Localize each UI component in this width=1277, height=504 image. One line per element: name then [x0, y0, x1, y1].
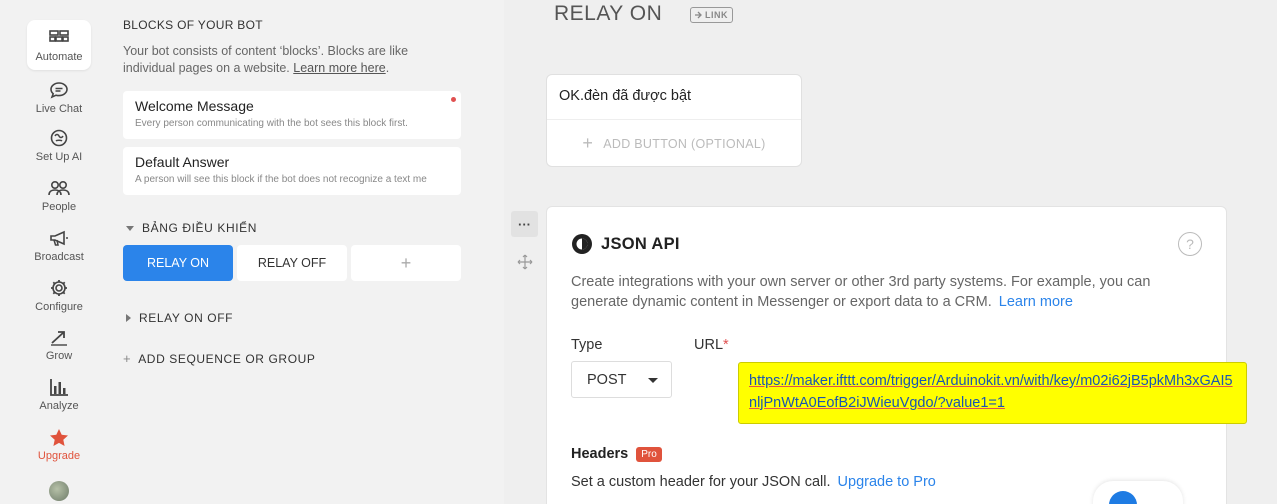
- type-select[interactable]: POST: [571, 361, 672, 398]
- pro-badge: Pro: [636, 446, 662, 462]
- block-relay-off[interactable]: RELAY OFF: [237, 245, 347, 281]
- more-options-button[interactable]: ···: [511, 211, 538, 237]
- learn-more-link[interactable]: Learn more: [999, 294, 1073, 310]
- default-answer-block[interactable]: Default Answer A person will see this bl…: [123, 147, 461, 195]
- upgrade-to-pro-link[interactable]: Upgrade to Pro: [838, 474, 936, 490]
- add-sequence-label: ADD SEQUENCE OR GROUP: [138, 351, 316, 366]
- nav-analyze[interactable]: Analyze: [27, 369, 91, 419]
- link-badge[interactable]: LINK: [690, 7, 733, 23]
- block-relay-on[interactable]: RELAY ON: [123, 245, 233, 281]
- star-icon: [48, 427, 70, 447]
- grow-arrow-icon: [48, 327, 70, 347]
- json-api-description: Create integrations with your own server…: [571, 272, 1191, 312]
- url-label-text: URL: [694, 337, 724, 353]
- url-input[interactable]: https://maker.ifttt.com/trigger/Arduinok…: [738, 362, 1247, 424]
- add-sequence-or-group[interactable]: + ADD SEQUENCE OR GROUP: [123, 351, 316, 366]
- gear-icon: [48, 278, 70, 298]
- nav-label: Automate: [35, 51, 83, 63]
- nav-label: Upgrade: [37, 450, 81, 462]
- nav-broadcast[interactable]: Broadcast: [27, 220, 91, 270]
- chevron-down-icon: [648, 378, 658, 383]
- block-subtitle: A person will see this block if the bot …: [135, 174, 427, 185]
- megaphone-icon: [48, 228, 70, 248]
- nav-grow[interactable]: Grow: [27, 319, 91, 369]
- blocks-title: BLOCKS OF YOUR BOT: [123, 18, 263, 32]
- group-title: BẢNG ĐIỀU KHIỂN: [142, 221, 258, 235]
- left-nav: Automate Live Chat Set Up AI People Broa…: [0, 0, 114, 504]
- ai-brain-icon: [48, 128, 70, 148]
- text-message-card: OK.đèn đã được bật + ADD BUTTON (OPTIONA…: [546, 74, 802, 167]
- automate-icon: [48, 28, 70, 48]
- add-button[interactable]: + ADD BUTTON (OPTIONAL): [547, 133, 801, 154]
- divider: [547, 119, 801, 120]
- block-title: Default Answer: [135, 154, 230, 170]
- json-api-header: JSON API: [571, 233, 680, 255]
- learn-more-link[interactable]: Learn more here: [293, 61, 385, 75]
- unread-dot: [451, 97, 456, 102]
- nav-live-chat[interactable]: Live Chat: [27, 72, 91, 122]
- welcome-message-block[interactable]: Welcome Message Every person communicati…: [123, 91, 461, 139]
- nav-configure[interactable]: Configure: [27, 270, 91, 320]
- plus-icon: +: [582, 133, 594, 153]
- nav-label: Live Chat: [35, 103, 83, 115]
- chat-widget-icon: [1109, 491, 1137, 504]
- nav-upgrade[interactable]: Upgrade: [27, 419, 91, 469]
- required-mark: *: [723, 337, 729, 353]
- add-button-label: ADD BUTTON (OPTIONAL): [603, 136, 766, 151]
- card-tools: ···: [511, 211, 538, 275]
- nav-label: Broadcast: [34, 251, 84, 263]
- headers-description-text: Set a custom header for your JSON call.: [571, 474, 831, 490]
- plus-icon: +: [123, 351, 132, 366]
- nav-automate[interactable]: Automate: [27, 20, 91, 70]
- type-label: Type: [571, 337, 603, 353]
- text-message[interactable]: OK.đèn đã được bật: [559, 88, 691, 104]
- json-api-card: JSON API ? Create integrations with your…: [546, 206, 1247, 504]
- move-handle-icon[interactable]: [511, 249, 538, 275]
- nav-label: Configure: [35, 301, 83, 313]
- avatar[interactable]: [49, 481, 69, 501]
- block-editor: RELAY ON LINK OK.đèn đã được bật + ADD B…: [504, 0, 1277, 504]
- bar-chart-icon: [48, 377, 70, 397]
- url-value: https://maker.ifttt.com/trigger/Arduinok…: [749, 373, 1233, 411]
- chat-widget-button[interactable]: [1093, 481, 1183, 504]
- add-block-button[interactable]: +: [351, 245, 461, 281]
- group-title: RELAY ON OFF: [139, 311, 234, 325]
- group-bang-dieu-khien[interactable]: BẢNG ĐIỀU KHIỂN: [126, 221, 257, 235]
- group-relay-on-off[interactable]: RELAY ON OFF: [126, 311, 233, 325]
- json-api-title: JSON API: [601, 234, 680, 253]
- block-subtitle: Every person communicating with the bot …: [135, 118, 408, 129]
- link-icon: [695, 11, 702, 19]
- nav-label: Set Up AI: [35, 151, 83, 163]
- caret-right-icon: [126, 314, 131, 322]
- caret-down-icon: [126, 225, 134, 231]
- nav-label: People: [41, 201, 77, 213]
- type-select-value: POST: [587, 371, 627, 388]
- nav-people[interactable]: People: [27, 170, 91, 220]
- headers-section: Headers Pro: [571, 446, 662, 462]
- url-label: URL*: [694, 337, 729, 353]
- block-title: Welcome Message: [135, 98, 254, 114]
- blocks-description: Your bot consists of content ‘blocks’. B…: [123, 44, 409, 75]
- people-icon: [48, 178, 70, 198]
- nav-set-up-ai[interactable]: Set Up AI: [27, 120, 91, 170]
- nav-label: Analyze: [39, 400, 79, 412]
- link-badge-label: LINK: [705, 10, 728, 20]
- headers-label: Headers: [571, 446, 629, 462]
- page-title: RELAY ON: [554, 2, 663, 25]
- chat-bubble-icon: [48, 80, 70, 100]
- headers-description: Set a custom header for your JSON call. …: [571, 474, 936, 490]
- help-icon[interactable]: ?: [1178, 232, 1202, 256]
- json-logo-icon: [572, 234, 592, 254]
- blocks-panel: BLOCKS OF YOUR BOT Your bot consists of …: [114, 0, 504, 504]
- nav-label: Grow: [45, 350, 73, 362]
